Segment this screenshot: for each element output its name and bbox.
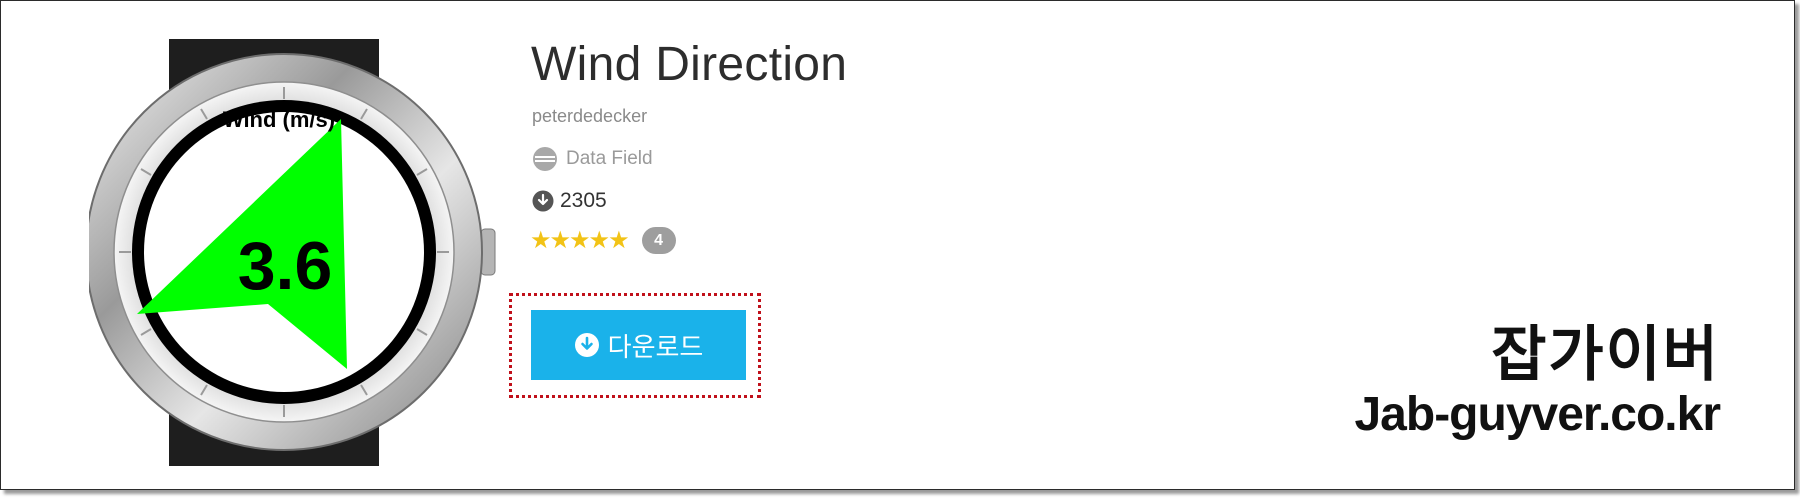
app-title: Wind Direction [531, 38, 848, 91]
star-rating-icon: ★★★★★ [530, 226, 630, 254]
app-category: Data Field [532, 146, 653, 172]
download-count-value: 2305 [560, 189, 607, 212]
watermark-site: Jab-guyver.co.kr [1354, 388, 1721, 441]
watermark-korean: 잡가이버 [1491, 320, 1720, 390]
download-circle-icon [532, 190, 554, 212]
watch-illustration: Wind (m/s) 3.6 [89, 39, 496, 466]
app-screenshot-watch: Wind (m/s) 3.6 [89, 39, 509, 466]
download-button[interactable]: 다운로드 [531, 310, 746, 380]
download-circle-icon [574, 333, 599, 357]
watch-value: 3.6 [238, 228, 333, 304]
download-count: 2305 [532, 189, 607, 213]
app-author-link[interactable]: peterdedecker [532, 106, 647, 127]
category-label: Data Field [566, 148, 653, 169]
page-frame: Wind (m/s) 3.6 Wind Direction peterdedec… [0, 0, 1795, 490]
download-button-label: 다운로드 [607, 331, 704, 362]
rating-count-badge: 4 [641, 227, 676, 254]
watch-label: Wind (m/s) [223, 107, 335, 132]
watch-crown [480, 228, 496, 276]
app-rating: ★★★★★ 4 [530, 227, 676, 254]
data-field-icon [533, 147, 557, 171]
